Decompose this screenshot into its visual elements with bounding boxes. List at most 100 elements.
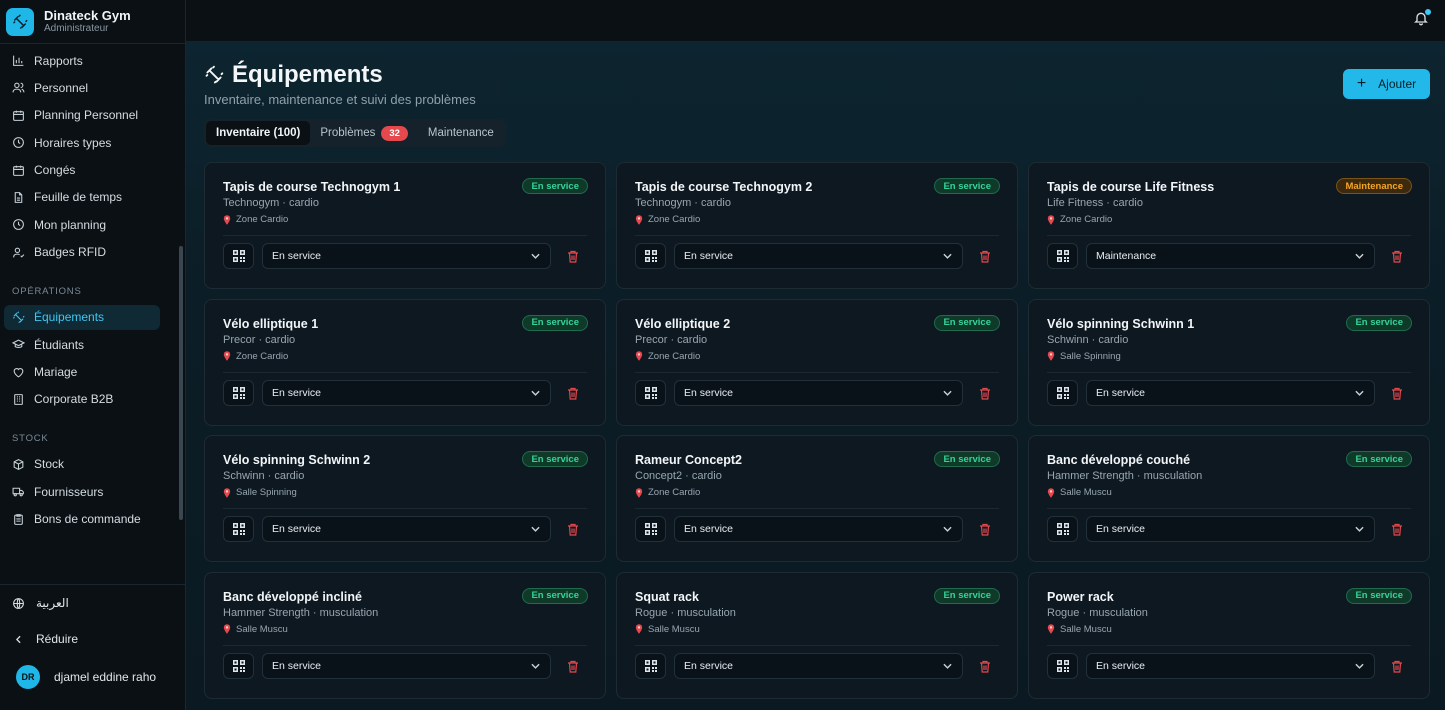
qr-code-button[interactable] — [1047, 379, 1078, 406]
equipment-card: Vélo elliptique 2 En service Precor · ca… — [616, 298, 1018, 426]
location-text: Zone Cardio — [236, 350, 289, 362]
qr-code-button[interactable] — [223, 516, 254, 542]
trash-icon[interactable] — [567, 250, 579, 263]
equipment-meta: Schwinn · cardio — [1047, 333, 1129, 346]
status-select[interactable]: En service — [674, 652, 963, 679]
trash-icon[interactable] — [1391, 523, 1403, 536]
add-button[interactable]: + Ajouter — [1343, 69, 1430, 99]
tab-inventaire[interactable]: Inventaire (100) — [206, 121, 311, 145]
location-text: Salle Muscu — [648, 623, 700, 635]
trash-icon[interactable] — [567, 523, 579, 536]
brand[interactable]: Dinateck Gym Administrateur — [0, 0, 185, 44]
sidebar-item-rapports[interactable]: Rapports — [4, 48, 160, 73]
qr-code-button[interactable] — [1047, 652, 1078, 679]
status-select[interactable]: En service — [674, 516, 963, 542]
status-badge: En service — [934, 178, 1000, 194]
sidebar-item-corporate-b2b[interactable]: Corporate B2B — [4, 387, 160, 412]
status-badge: En service — [934, 587, 1000, 604]
qr-code-button[interactable] — [223, 652, 254, 679]
qr-code-button[interactable] — [635, 652, 666, 679]
trash-icon[interactable] — [979, 523, 991, 536]
user-profile[interactable]: DR djamel eddine raho — [0, 657, 186, 697]
map-pin-icon — [1047, 624, 1055, 634]
qr-code-button[interactable] — [635, 243, 666, 269]
qr-code-button[interactable] — [1047, 243, 1078, 269]
sidebar-item-label: Équipements — [34, 310, 105, 325]
sidebar-item-mariage[interactable]: Mariage — [4, 360, 160, 385]
map-pin-icon — [223, 351, 231, 361]
sidebar-item-fournisseurs[interactable]: Fournisseurs — [4, 479, 160, 504]
status-select[interactable]: En service — [262, 652, 551, 679]
equipment-name: Tapis de course Technogym 1 — [223, 180, 401, 194]
divider — [223, 371, 587, 373]
language-switch[interactable]: العربية — [0, 585, 186, 621]
map-pin-icon — [223, 214, 231, 225]
trash-icon[interactable] — [979, 387, 991, 400]
sidebar-item-bons-de-commande[interactable]: Bons de commande — [4, 507, 160, 532]
chevron-down-icon — [1355, 526, 1364, 532]
status-select-value: En service — [272, 386, 322, 399]
status-select-value: En service — [1096, 523, 1146, 535]
status-select-value: Maintenance — [1096, 250, 1157, 262]
qr-code-button[interactable] — [635, 516, 666, 542]
chevron-down-icon — [943, 253, 952, 259]
chevron-left-icon — [15, 635, 21, 643]
status-select[interactable]: En service — [262, 243, 551, 269]
map-pin-icon — [635, 351, 643, 361]
sidebar-item-label: Mariage — [34, 365, 78, 380]
sidebar-item-badges-rfid[interactable]: Badges RFID — [4, 240, 160, 265]
status-select[interactable]: En service — [1086, 516, 1375, 542]
dumbbell-icon — [13, 311, 25, 323]
qr-code-icon — [1056, 386, 1069, 399]
trash-icon[interactable] — [1391, 660, 1403, 673]
sidebar-item-mon-planning[interactable]: Mon planning — [4, 212, 160, 237]
tab-maintenance[interactable]: Maintenance — [418, 121, 504, 145]
qr-code-button[interactable] — [223, 243, 254, 269]
equipment-location: Zone Cardio — [635, 351, 700, 362]
sidebar-item-equipements[interactable]: Équipements — [4, 304, 160, 330]
qr-code-button[interactable] — [1047, 516, 1078, 542]
status-badge: En service — [1346, 587, 1412, 604]
status-select[interactable]: En service — [262, 379, 551, 406]
sidebar-item-horaires-types[interactable]: Horaires types — [4, 130, 160, 155]
graduation-cap-icon — [12, 339, 25, 349]
sidebar-item-etudiants[interactable]: Étudiants — [4, 332, 160, 357]
sidebar-item-planning-personnel[interactable]: Planning Personnel — [4, 103, 160, 128]
equipment-meta: Technogym · cardio — [635, 197, 731, 209]
trash-icon[interactable] — [567, 660, 579, 673]
location-text: Zone Cardio — [648, 214, 701, 225]
sidebar-item-feuille-de-temps[interactable]: Feuille de temps — [4, 185, 160, 210]
collapse-button[interactable]: Réduire — [0, 621, 186, 657]
sidebar-item-conges[interactable]: Congés — [4, 158, 160, 183]
sidebar-item-label: Horaires types — [34, 135, 112, 150]
status-badge: En service — [522, 451, 588, 467]
status-select[interactable]: Maintenance — [1086, 243, 1375, 269]
brand-subtitle: Administrateur — [44, 23, 109, 34]
tab-problemes[interactable]: Problèmes 32 — [310, 121, 418, 145]
trash-icon[interactable] — [1391, 387, 1403, 400]
qr-code-button[interactable] — [635, 379, 666, 406]
sidebar-scrollbar[interactable] — [179, 246, 183, 520]
equipment-location: Salle Spinning — [1047, 351, 1121, 362]
trash-icon[interactable] — [567, 387, 579, 400]
location-text: Zone Cardio — [1060, 214, 1113, 225]
status-select[interactable]: En service — [1086, 379, 1375, 406]
qr-code-button[interactable] — [223, 379, 254, 406]
equipment-meta: Rogue · musculation — [1047, 606, 1148, 619]
trash-icon[interactable] — [979, 250, 991, 263]
status-select[interactable]: En service — [1086, 652, 1375, 679]
status-select[interactable]: En service — [262, 516, 551, 542]
trash-icon[interactable] — [1391, 250, 1403, 263]
divider — [1047, 644, 1411, 646]
sidebar-item-personnel[interactable]: Personnel — [4, 75, 160, 100]
equipment-card: Rameur Concept2 En service Concept2 · ca… — [616, 435, 1018, 562]
chevron-down-icon — [531, 390, 540, 396]
tab-label: Problèmes — [320, 127, 376, 139]
trash-icon[interactable] — [979, 660, 991, 673]
status-badge: Maintenance — [1336, 178, 1412, 194]
sidebar-item-stock[interactable]: Stock — [4, 452, 160, 477]
status-select[interactable]: En service — [674, 379, 963, 406]
divider — [1047, 508, 1411, 509]
status-select[interactable]: En service — [674, 243, 963, 269]
location-text: Zone Cardio — [648, 350, 701, 362]
